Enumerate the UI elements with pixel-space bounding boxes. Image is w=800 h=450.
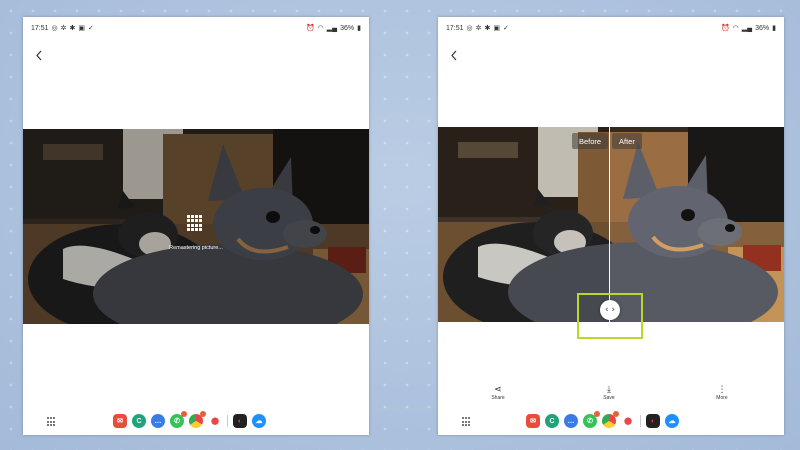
settings-notification-icon: ✱ — [484, 24, 491, 32]
chevron-left-icon — [451, 50, 457, 60]
check-notification-icon: ✓ — [88, 24, 94, 32]
whatsapp-icon[interactable]: ✆ — [583, 411, 600, 428]
app-drawer-icon[interactable] — [47, 417, 57, 427]
gallery-notification-icon: ▣ — [493, 24, 501, 32]
app-drawer-icon[interactable] — [462, 417, 472, 427]
status-bar: 17:51 ◎ ✲ ✱ ▣ ✓ ⏰ ◠ ▂▄ 36% ▮ — [31, 22, 361, 34]
wifi-icon: ◠ — [732, 24, 739, 32]
back-button[interactable] — [447, 48, 461, 62]
gallery-notification-icon: ▣ — [78, 24, 86, 32]
signal-icon: ▂▄ — [326, 24, 338, 32]
alarm-icon: ⏰ — [305, 24, 315, 32]
dock-separator — [640, 415, 641, 427]
phone-screen-processing: 17:51 ◎ ✲ ✱ ▣ ✓ ⏰ ◠ ▂▄ 36% ▮ Remastering… — [23, 17, 369, 435]
cloud-icon[interactable]: ☁ — [252, 414, 266, 428]
signal-icon: ▂▄ — [741, 24, 753, 32]
mail-icon[interactable]: ✉ — [526, 414, 540, 428]
phone-screen-compare: 17:51 ◎ ✲ ✱ ▣ ✓ ⏰ ◠ ▂▄ 36% ▮ Before Afte… — [438, 17, 784, 435]
save-label: Save — [603, 395, 615, 401]
notification-badge — [594, 411, 600, 417]
settings-notification-icon: ✱ — [69, 24, 76, 32]
back-button[interactable] — [32, 48, 46, 62]
fitness-icon[interactable]: ◐ — [233, 414, 247, 428]
download-icon: ⤓ — [607, 385, 611, 395]
battery-percent: 36% — [755, 24, 770, 32]
whatsapp-notification-icon: ◎ — [51, 24, 58, 32]
alarm-icon: ⏰ — [720, 24, 730, 32]
dock-apps: ✉ C … ✆ ⬤ ◐ ☁ — [113, 411, 266, 428]
notification-badge — [613, 411, 619, 417]
status-time: 17:51 — [31, 24, 49, 32]
phone-icon[interactable]: C — [132, 414, 146, 428]
maps-icon[interactable]: ⬤ — [208, 414, 222, 428]
share-icon: ⋖ — [494, 385, 502, 395]
chevron-left-icon — [36, 50, 42, 60]
cloud-icon[interactable]: ☁ — [665, 414, 679, 428]
dock-apps: ✉ C … ✆ ⬤ ◐ ☁ — [526, 411, 679, 428]
chrome-icon[interactable] — [189, 411, 206, 428]
battery-icon: ▮ — [357, 24, 361, 32]
whatsapp-notification-icon: ◎ — [466, 24, 473, 32]
chrome-icon[interactable] — [602, 411, 619, 428]
check-notification-icon: ✓ — [503, 24, 509, 32]
notification-badge — [181, 411, 187, 417]
messages-icon[interactable]: … — [564, 414, 578, 428]
mail-icon[interactable]: ✉ — [113, 414, 127, 428]
gear-notification-icon: ✲ — [475, 24, 482, 32]
share-label: Share — [491, 395, 505, 401]
battery-icon: ▮ — [772, 24, 776, 32]
phone-icon[interactable]: C — [545, 414, 559, 428]
whatsapp-icon[interactable]: ✆ — [170, 411, 187, 428]
remaster-progress-icon — [187, 215, 203, 231]
notification-badge — [200, 411, 206, 417]
dock-separator — [227, 415, 228, 427]
navigation-dock: ✉ C … ✆ ⬤ ◐ ☁ — [438, 411, 784, 430]
status-time: 17:51 — [446, 24, 464, 32]
photo-preview: Remastering picture... — [23, 129, 369, 324]
navigation-dock: ✉ C … ✆ ⬤ ◐ ☁ — [23, 411, 369, 430]
share-button[interactable]: ⋖ Share — [478, 385, 518, 401]
gear-notification-icon: ✲ — [60, 24, 67, 32]
more-label: More — [716, 395, 728, 401]
after-label: After — [612, 133, 642, 149]
save-button[interactable]: ⤓ Save — [589, 385, 629, 401]
messages-icon[interactable]: … — [151, 414, 165, 428]
fitness-icon[interactable]: ◐ — [646, 414, 660, 428]
battery-percent: 36% — [340, 24, 355, 32]
before-label: Before — [572, 133, 609, 149]
more-button[interactable]: ⋮ More — [702, 385, 742, 401]
highlight-annotation-box — [577, 293, 643, 339]
progress-text: Remastering picture... — [169, 245, 223, 251]
maps-icon[interactable]: ⬤ — [621, 414, 635, 428]
more-vertical-icon: ⋮ — [717, 385, 727, 395]
status-bar: 17:51 ◎ ✲ ✱ ▣ ✓ ⏰ ◠ ▂▄ 36% ▮ — [446, 22, 776, 34]
wifi-icon: ◠ — [317, 24, 324, 32]
action-bar: ⋖ Share ⤓ Save ⋮ More — [438, 385, 784, 407]
